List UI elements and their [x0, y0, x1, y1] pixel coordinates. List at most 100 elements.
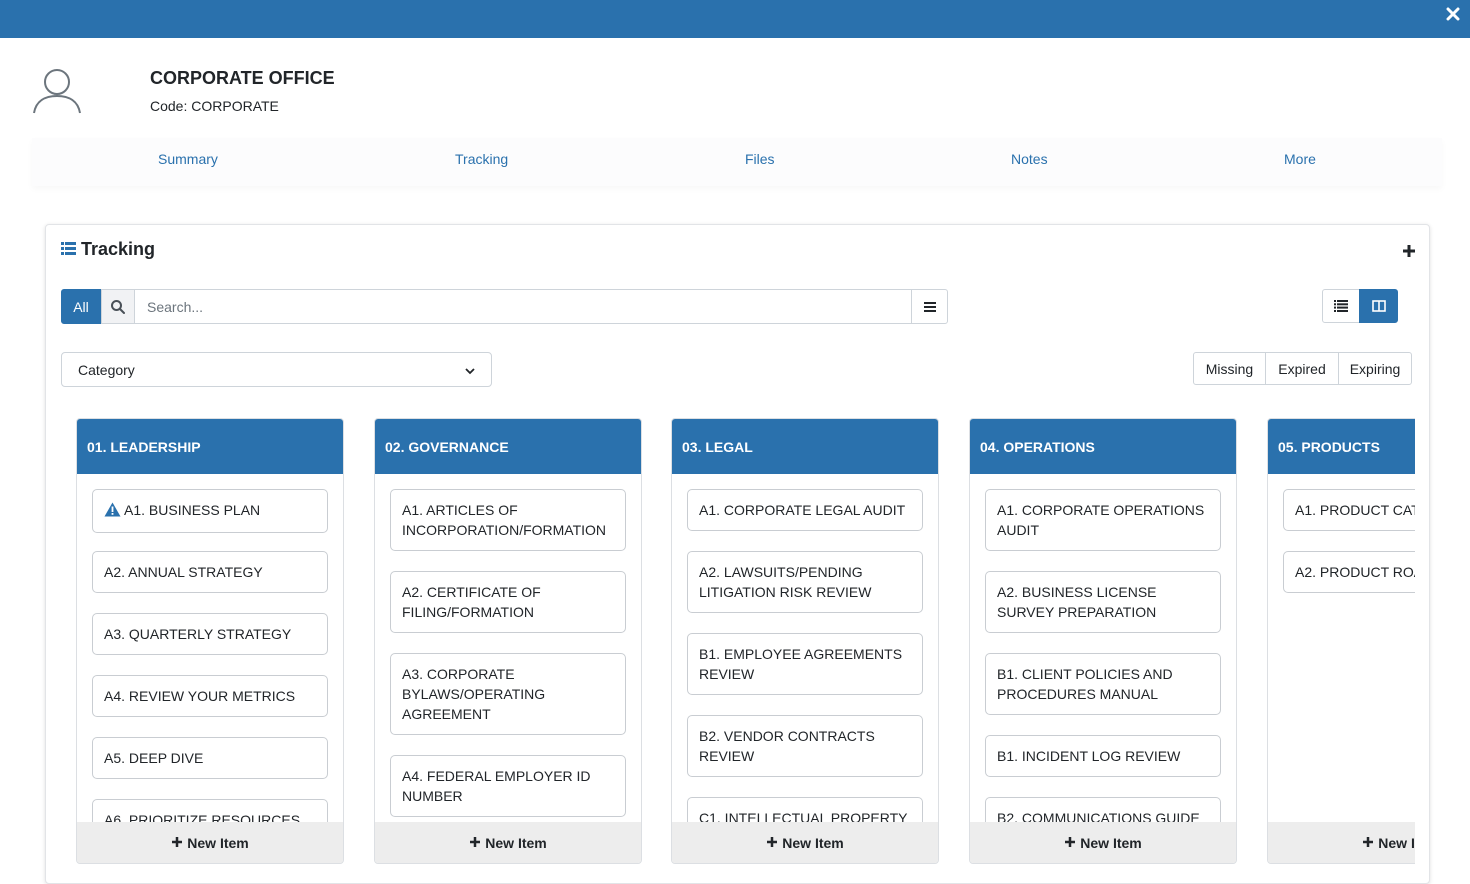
filter-missing-button[interactable]: Missing — [1193, 352, 1266, 385]
column-governance: 02. GOVERNANCE A1. ARTICLES OF INCORPORA… — [374, 418, 642, 864]
tracking-card[interactable]: B1. CLIENT POLICIES AND PROCEDURES MANUA… — [985, 653, 1221, 715]
new-item-button[interactable]: New Item — [672, 822, 938, 863]
search-input[interactable] — [134, 289, 912, 324]
board-view-icon[interactable] — [1359, 289, 1398, 323]
card-label: A1. ARTICLES OF INCORPORATION/FORMATION — [402, 502, 607, 538]
plus-icon — [766, 835, 778, 851]
tracking-card[interactable]: A1. CORPORATE OPERATIONS AUDIT — [985, 489, 1221, 551]
card-label: B1. CLIENT POLICIES AND PROCEDURES MANUA… — [997, 666, 1173, 702]
column-body: A1. CORPORATE LEGAL AUDIT A2. LAWSUITS/P… — [672, 474, 938, 824]
tracking-card[interactable]: A2. LAWSUITS/PENDING LITIGATION RISK REV… — [687, 551, 923, 613]
card-label: A2. PRODUCT ROADMAP — [1295, 564, 1415, 580]
card-label: A3. CORPORATE BYLAWS/OPERATING AGREEMENT — [402, 666, 546, 722]
column-header: 04. OPERATIONS — [970, 419, 1236, 474]
tracking-card[interactable]: B1. EMPLOYEE AGREEMENTS REVIEW — [687, 633, 923, 695]
column-header: 05. PRODUCTS — [1268, 419, 1415, 474]
kanban-board: 01. LEADERSHIP A1. BUSINESS PLAN A2. ANN… — [76, 418, 1415, 883]
tracking-card[interactable]: A4. REVIEW YOUR METRICS — [92, 675, 328, 717]
close-icon[interactable] — [1444, 5, 1462, 23]
column-body: A1. PRODUCT CATALOG A2. PRODUCT ROADMAP — [1268, 474, 1415, 824]
new-item-button[interactable]: New Item — [970, 822, 1236, 863]
new-item-label: New Item — [1378, 834, 1415, 851]
page-title: CORPORATE OFFICE — [150, 68, 335, 88]
card-label: A1. CORPORATE OPERATIONS AUDIT — [997, 502, 1205, 538]
filter-expired-button[interactable]: Expired — [1265, 352, 1339, 385]
column-operations: 04. OPERATIONS A1. CORPORATE OPERATIONS … — [969, 418, 1237, 864]
new-item-label: New Item — [1080, 834, 1142, 851]
column-header: 03. LEGAL — [672, 419, 938, 474]
new-item-button[interactable]: New Item — [1268, 822, 1415, 863]
tracking-card[interactable]: A6. PRIORITIZE RESOURCES — [92, 799, 328, 824]
card-label: A3. QUARTERLY STRATEGY — [104, 626, 292, 642]
column-header: 02. GOVERNANCE — [375, 419, 641, 474]
warning-icon — [104, 502, 121, 522]
tracking-card[interactable]: A1. CORPORATE LEGAL AUDIT — [687, 489, 923, 531]
column-header: 01. LEADERSHIP — [77, 419, 343, 474]
plus-icon — [469, 835, 481, 851]
card-label: A5. DEEP DIVE — [104, 750, 204, 766]
tracking-card[interactable]: A3. CORPORATE BYLAWS/OPERATING AGREEMENT — [390, 653, 626, 735]
card-label: A4. REVIEW YOUR METRICS — [104, 688, 296, 704]
card-label: B1. EMPLOYEE AGREEMENTS REVIEW — [699, 646, 903, 682]
tracking-card[interactable]: B2. COMMUNICATIONS GUIDE — [985, 797, 1221, 824]
card-label: B2. VENDOR CONTRACTS REVIEW — [699, 728, 875, 764]
avatar-icon — [32, 66, 84, 118]
list-view-icon[interactable] — [1322, 289, 1360, 323]
search-icon[interactable] — [101, 289, 135, 324]
card-label: A2. BUSINESS LICENSE SURVEY PREPARATION — [997, 584, 1157, 620]
new-item-label: New Item — [782, 834, 844, 851]
tracking-card[interactable]: A2. CERTIFICATE OF FILING/FORMATION — [390, 571, 626, 633]
tracking-panel: Tracking All Category Missing Expired Ex… — [45, 224, 1430, 884]
new-item-button[interactable]: New Item — [77, 822, 343, 863]
column-leadership: 01. LEADERSHIP A1. BUSINESS PLAN A2. ANN… — [76, 418, 344, 864]
tracking-card[interactable]: A3. QUARTERLY STRATEGY — [92, 613, 328, 655]
new-item-label: New Item — [485, 834, 547, 851]
tracking-card[interactable]: B2. VENDOR CONTRACTS REVIEW — [687, 715, 923, 777]
status-filter-group: Missing Expired Expiring — [1193, 352, 1412, 385]
column-body: A1. BUSINESS PLAN A2. ANNUAL STRATEGY A3… — [77, 474, 343, 824]
tab-summary[interactable]: Summary — [158, 151, 218, 167]
tracking-card[interactable]: A2. ANNUAL STRATEGY — [92, 551, 328, 593]
tracking-card[interactable]: A2. BUSINESS LICENSE SURVEY PREPARATION — [985, 571, 1221, 633]
panel-title: Tracking — [61, 239, 155, 260]
category-select-label: Category — [78, 361, 135, 378]
card-label: A2. LAWSUITS/PENDING LITIGATION RISK REV… — [699, 564, 872, 600]
card-label: B1. INCIDENT LOG REVIEW — [997, 748, 1181, 764]
category-select[interactable]: Category — [61, 352, 492, 387]
column-body: A1. ARTICLES OF INCORPORATION/FORMATION … — [375, 474, 641, 824]
column-legal: 03. LEGAL A1. CORPORATE LEGAL AUDIT A2. … — [671, 418, 939, 864]
tracking-card[interactable]: A1. BUSINESS PLAN — [92, 489, 328, 533]
plus-icon — [1064, 835, 1076, 851]
company-code: Code: CORPORATE — [150, 98, 279, 114]
panel-title-text: Tracking — [81, 239, 156, 259]
list-icon — [61, 239, 76, 260]
column-body: A1. CORPORATE OPERATIONS AUDIT A2. BUSIN… — [970, 474, 1236, 824]
tracking-card[interactable]: A1. ARTICLES OF INCORPORATION/FORMATION — [390, 489, 626, 551]
add-icon[interactable] — [1401, 243, 1417, 259]
tab-files[interactable]: Files — [745, 151, 775, 167]
filter-expiring-button[interactable]: Expiring — [1338, 352, 1412, 385]
plus-icon — [1362, 835, 1374, 851]
tracking-card[interactable]: B1. INCIDENT LOG REVIEW — [985, 735, 1221, 777]
chevron-down-icon — [465, 362, 475, 378]
tracking-card[interactable]: A1. PRODUCT CATALOG — [1283, 489, 1415, 531]
tab-more[interactable]: More — [1284, 151, 1316, 167]
tracking-card[interactable]: A4. FEDERAL EMPLOYER ID NUMBER — [390, 755, 626, 817]
menu-icon[interactable] — [911, 289, 948, 324]
tab-bar: Summary Tracking Files Notes More — [32, 138, 1442, 186]
tab-tracking[interactable]: Tracking — [455, 151, 508, 167]
card-label: A1. CORPORATE LEGAL AUDIT — [699, 502, 906, 518]
column-products: 05. PRODUCTS A1. PRODUCT CATALOG A2. PRO… — [1267, 418, 1415, 864]
tracking-card[interactable]: C1. INTELLECTUAL PROPERTY — [687, 797, 923, 824]
card-label: A1. BUSINESS PLAN — [124, 502, 261, 518]
top-bar — [0, 0, 1470, 38]
tracking-card[interactable]: A2. PRODUCT ROADMAP — [1283, 551, 1415, 593]
card-label: A4. FEDERAL EMPLOYER ID NUMBER — [402, 768, 591, 804]
card-label: A2. ANNUAL STRATEGY — [104, 564, 263, 580]
card-label: A1. PRODUCT CATALOG — [1295, 502, 1415, 518]
tab-notes[interactable]: Notes — [1011, 151, 1048, 167]
card-label: A2. CERTIFICATE OF FILING/FORMATION — [402, 584, 541, 620]
all-button[interactable]: All — [61, 289, 101, 324]
new-item-button[interactable]: New Item — [375, 822, 641, 863]
tracking-card[interactable]: A5. DEEP DIVE — [92, 737, 328, 779]
